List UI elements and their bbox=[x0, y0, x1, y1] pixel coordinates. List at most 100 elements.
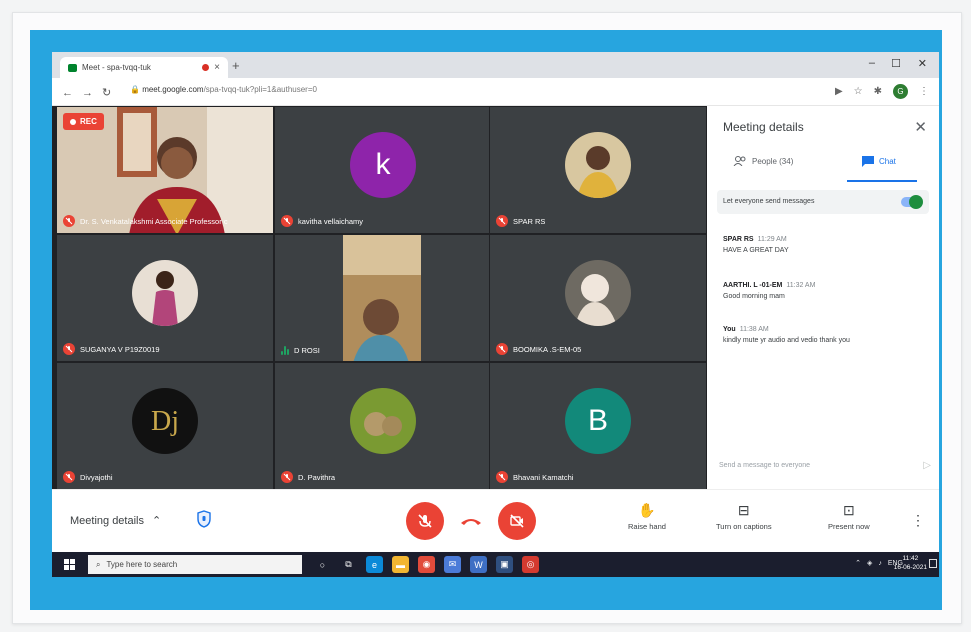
windows-start-icon[interactable] bbox=[64, 559, 75, 570]
edge-icon[interactable]: e bbox=[366, 556, 383, 573]
mail-icon[interactable]: ✉ bbox=[444, 556, 461, 573]
tab-people[interactable]: People (34) bbox=[733, 156, 793, 166]
mic-off-icon bbox=[281, 471, 293, 483]
participant-tile[interactable]: Dj Divyajothi bbox=[56, 362, 274, 490]
participant-tile[interactable]: k kavitha vellaichamy bbox=[274, 106, 492, 234]
hang-up-button[interactable] bbox=[457, 512, 485, 530]
chat-message: You 11:38 AM kindly mute yr audio and ved… bbox=[723, 326, 850, 344]
mic-off-icon bbox=[63, 343, 75, 355]
mic-off-icon bbox=[63, 471, 75, 483]
people-icon bbox=[733, 156, 746, 166]
participant-label: BOOMIKA .S-EM-05 bbox=[496, 343, 581, 355]
nav-buttons[interactable]: ←→↻ bbox=[62, 86, 120, 99]
close-window-icon[interactable]: ✕ bbox=[918, 57, 927, 70]
minimize-icon[interactable]: – bbox=[869, 57, 875, 69]
close-panel-icon[interactable]: ✕ bbox=[914, 118, 927, 136]
participant-label: Divyajothi bbox=[63, 471, 113, 483]
search-icon: ⌕ bbox=[96, 559, 101, 569]
participant-tile[interactable]: REC Dr. S. Venkatalakshmi Associate Prof… bbox=[56, 106, 274, 234]
mic-toggle-button[interactable] bbox=[406, 502, 444, 540]
word-icon[interactable]: W bbox=[470, 556, 487, 573]
present-now-button[interactable]: ⊡ Present now bbox=[828, 502, 870, 531]
chat-input[interactable]: Send a message to everyone ▷ bbox=[719, 460, 931, 471]
speaking-indicator-icon bbox=[281, 346, 289, 355]
profile-avatar[interactable]: G bbox=[893, 84, 908, 99]
tab-title: Meet - spa-tvqq-tuk bbox=[82, 63, 151, 72]
hand-icon: ✋ bbox=[638, 502, 656, 518]
participant-label: Bhavani Kamatchi bbox=[496, 471, 573, 483]
volume-icon[interactable]: ♪ bbox=[878, 560, 882, 567]
participant-tile[interactable]: SUGANYA V P19Z0019 bbox=[56, 234, 274, 362]
participant-avatar bbox=[132, 259, 198, 326]
url-field[interactable]: 🔒 meet.google.com/spa-tvqq-tuk?pli=1&aut… bbox=[130, 85, 317, 94]
captions-button[interactable]: ⊟ Turn on captions bbox=[716, 502, 772, 531]
mic-off-icon bbox=[496, 471, 508, 483]
participant-tile[interactable]: SPAR RS bbox=[489, 106, 707, 234]
mic-off-icon bbox=[281, 215, 293, 227]
meeting-details-button[interactable]: Meeting details ⌃ bbox=[70, 514, 162, 528]
message-permission-toggle[interactable] bbox=[901, 195, 923, 209]
file-explorer-icon[interactable]: ▬ bbox=[392, 556, 409, 573]
maximize-icon[interactable]: ☐ bbox=[891, 57, 901, 70]
captions-icon: ⊟ bbox=[737, 502, 750, 518]
camera-toggle-button[interactable] bbox=[498, 502, 536, 540]
meeting-grid: REC Dr. S. Venkatalakshmi Associate Prof… bbox=[52, 106, 707, 490]
tab-chat[interactable]: Chat bbox=[862, 156, 896, 167]
chat-message: AARTHI. L -01-EM 11:32 AM Good morning ma… bbox=[723, 282, 816, 300]
participant-avatar: B bbox=[565, 387, 631, 454]
browser-tab-bar: Meet - spa-tvqq-tuk × + – ☐ ✕ bbox=[52, 52, 939, 78]
taskbar-clock[interactable]: 11:42 16-06-2021 bbox=[894, 554, 927, 572]
mic-off-icon bbox=[496, 343, 508, 355]
meeting-details-panel: Meeting details ✕ People (34) Chat Let e… bbox=[707, 106, 939, 489]
participant-label: SPAR RS bbox=[496, 215, 545, 227]
send-icon[interactable]: ▷ bbox=[923, 460, 931, 471]
browser-tab[interactable]: Meet - spa-tvqq-tuk × bbox=[60, 57, 228, 78]
participant-avatar bbox=[350, 387, 416, 454]
taskbar-apps: ○ ⧉ e ▬ ◉ ✉ W ▣ ◎ bbox=[314, 556, 539, 573]
participant-label: SUGANYA V P19Z0019 bbox=[63, 343, 160, 355]
taskbar-search-input[interactable]: ⌕ Type here to search bbox=[88, 555, 302, 574]
shield-icon[interactable] bbox=[197, 510, 211, 528]
new-tab-button[interactable]: + bbox=[232, 58, 240, 73]
active-tab-indicator bbox=[847, 180, 917, 182]
mic-off-icon bbox=[63, 215, 75, 227]
camera-indicator-icon[interactable]: ▶ bbox=[835, 86, 843, 97]
notification-icon[interactable] bbox=[929, 559, 937, 568]
tray-arrow-icon[interactable]: ⌃ bbox=[855, 559, 861, 567]
screen: Meet - spa-tvqq-tuk × + – ☐ ✕ ←→↻ 🔒 meet… bbox=[52, 52, 939, 577]
panel-title: Meeting details bbox=[723, 120, 804, 134]
participant-tile[interactable]: D ROSI bbox=[274, 234, 492, 362]
participant-label: kavitha vellaichamy bbox=[281, 215, 363, 227]
participant-tile[interactable]: B Bhavani Kamatchi bbox=[489, 362, 707, 490]
participant-avatar: k bbox=[350, 131, 416, 198]
recording-badge: REC bbox=[63, 113, 104, 130]
participant-tile[interactable]: D. Pavithra bbox=[274, 362, 492, 490]
chevron-up-icon: ⌃ bbox=[152, 515, 162, 527]
store-icon[interactable]: ▣ bbox=[496, 556, 513, 573]
chat-icon bbox=[862, 156, 874, 167]
present-icon: ⊡ bbox=[842, 502, 855, 518]
cortana-icon[interactable]: ○ bbox=[314, 556, 331, 573]
task-view-icon[interactable]: ⧉ bbox=[340, 556, 357, 573]
participant-avatar bbox=[565, 131, 631, 198]
close-tab-icon[interactable]: × bbox=[214, 62, 220, 73]
mic-off-icon bbox=[496, 215, 508, 227]
more-options-icon[interactable]: ⋮ bbox=[911, 512, 925, 529]
extensions-icon[interactable]: ✱ bbox=[874, 86, 882, 97]
participant-avatar bbox=[565, 259, 631, 326]
network-icon[interactable]: ◈ bbox=[867, 559, 872, 567]
star-icon[interactable]: ☆ bbox=[854, 86, 863, 97]
address-bar-icons: ▶ ☆ ✱ G ⋮ bbox=[835, 84, 929, 99]
participant-label: Dr. S. Venkatalakshmi Associate Professo… bbox=[63, 215, 228, 227]
menu-icon[interactable]: ⋮ bbox=[919, 86, 929, 97]
camera-off-icon bbox=[510, 514, 524, 528]
participant-avatar: Dj bbox=[132, 387, 198, 454]
meeting-control-bar: Meeting details ⌃ ✋ Raise hand ⊟ Turn on c… bbox=[52, 489, 939, 552]
raise-hand-button[interactable]: ✋ Raise hand bbox=[628, 502, 666, 531]
chrome-icon[interactable]: ◉ bbox=[418, 556, 435, 573]
participant-video bbox=[275, 235, 491, 361]
participant-tile[interactable]: BOOMIKA .S-EM-05 bbox=[489, 234, 707, 362]
meet-favicon-icon bbox=[68, 63, 77, 72]
chrome-app-icon[interactable]: ◎ bbox=[522, 556, 539, 573]
svg-text:Dj: Dj bbox=[151, 406, 179, 437]
